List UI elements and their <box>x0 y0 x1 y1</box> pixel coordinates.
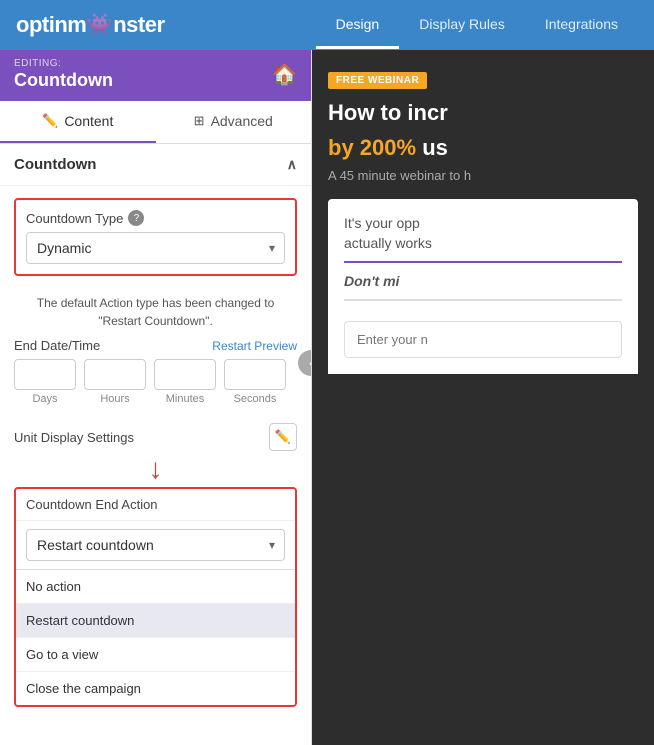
end-action-select-wrapper: Restart countdown No action Go to a view… <box>26 529 285 561</box>
logo-monster-icon: 👾 <box>86 12 113 37</box>
sidebar: EDITING: Countdown 🏠 ✏️ Content ⊞ Advanc… <box>0 50 312 745</box>
tab-content[interactable]: ✏️ Content <box>0 101 156 143</box>
option-close-campaign[interactable]: Close the campaign <box>16 671 295 705</box>
time-inputs: ▲ ▼ Days ▲ ▼ Hours <box>14 359 297 405</box>
grid-icon: ⊞ <box>194 113 205 129</box>
unit-display-edit-button[interactable]: ✏️ <box>269 423 297 451</box>
help-icon[interactable]: ? <box>128 210 144 226</box>
editing-info: EDITING: Countdown <box>14 58 113 91</box>
preview-italic-text: Don't mi <box>344 273 622 289</box>
option-restart-countdown[interactable]: Restart countdown <box>16 603 295 637</box>
logo-text-end: nster <box>113 12 164 37</box>
end-date-row: End Date/Time Restart Preview <box>14 338 297 353</box>
main-layout: EDITING: Countdown 🏠 ✏️ Content ⊞ Advanc… <box>0 50 654 745</box>
unit-display-label: Unit Display Settings <box>14 430 134 445</box>
minutes-label: Minutes <box>166 393 205 405</box>
preview-title-suffix: us <box>422 135 448 160</box>
tab-integrations[interactable]: Integrations <box>525 2 638 49</box>
restart-preview-link[interactable]: Restart Preview <box>212 339 297 353</box>
preview-divider <box>344 261 622 263</box>
seconds-label: Seconds <box>234 393 277 405</box>
logo: optinm👾nster <box>16 12 165 38</box>
end-action-header: Countdown End Action <box>16 489 295 521</box>
info-text: The default Action type has been changed… <box>14 286 297 338</box>
preview-content: FREE WEBINAR How to incr by 200% us A 45… <box>312 50 654 394</box>
pencil-icon: ✏️ <box>42 113 58 129</box>
hours-spinner[interactable]: ▲ ▼ <box>84 359 146 390</box>
countdown-end-action-box: Countdown End Action Restart countdown N… <box>14 487 297 707</box>
chevron-up-icon[interactable]: ∧ <box>287 156 297 173</box>
preview-divider-2 <box>344 299 622 301</box>
editing-title: Countdown <box>14 70 113 91</box>
tab-design[interactable]: Design <box>316 2 400 49</box>
preview-body-text: It's your opp <box>344 215 622 231</box>
section-content: Countdown Type ? Dynamic Static ▾ The de… <box>0 186 311 723</box>
tab-display-rules[interactable]: Display Rules <box>399 2 525 49</box>
countdown-type-select-wrapper: Dynamic Static ▾ <box>26 232 285 264</box>
preview-title-highlight: by 200% <box>328 135 416 160</box>
days-label: Days <box>32 393 57 405</box>
minutes-value[interactable] <box>155 362 216 388</box>
days-value[interactable] <box>15 362 76 388</box>
nav-tabs: Design Display Rules Integrations <box>316 2 638 49</box>
sub-tabs: ✏️ Content ⊞ Advanced <box>0 101 311 144</box>
down-arrow-icon: ↓ <box>149 455 163 483</box>
minutes-input-group: ▲ ▼ Minutes <box>154 359 216 405</box>
hours-value[interactable] <box>85 362 146 388</box>
preview-body-text-2: actually works <box>344 235 622 251</box>
preview-title-highlight-row: by 200% us <box>328 134 638 163</box>
end-action-select[interactable]: Restart countdown No action Go to a view… <box>26 529 285 561</box>
preview-title-start: How to incr <box>328 100 448 125</box>
seconds-input-group: ▲ ▼ Seconds <box>224 359 286 405</box>
end-action-select-wrap: Restart countdown No action Go to a view… <box>16 521 295 570</box>
hours-label: Hours <box>100 393 129 405</box>
tab-advanced-label: Advanced <box>211 113 273 129</box>
preview-subtitle: A 45 minute webinar to h <box>328 168 638 183</box>
webinar-badge: FREE WEBINAR <box>328 72 427 89</box>
preview-email-input[interactable] <box>344 321 622 358</box>
days-input-group: ▲ ▼ Days <box>14 359 76 405</box>
dropdown-options: No action Restart countdown Go to a view… <box>16 570 295 705</box>
home-icon[interactable]: 🏠 <box>272 62 297 87</box>
countdown-type-label: Countdown Type ? <box>26 210 285 226</box>
seconds-value[interactable] <box>225 362 286 388</box>
sidebar-header: EDITING: Countdown 🏠 <box>0 50 311 101</box>
countdown-type-box: Countdown Type ? Dynamic Static ▾ <box>14 198 297 276</box>
logo-text: optinm <box>16 12 86 37</box>
tab-content-label: Content <box>64 113 113 129</box>
section-title: Countdown <box>14 156 96 173</box>
preview-white-section: It's your opp actually works Don't mi <box>328 199 638 374</box>
days-spinner[interactable]: ▲ ▼ <box>14 359 76 390</box>
editing-label: EDITING: <box>14 58 113 70</box>
preview-panel: FREE WEBINAR How to incr by 200% us A 45… <box>312 50 654 745</box>
section-header-countdown: Countdown ∧ <box>0 144 311 186</box>
minutes-spinner[interactable]: ▲ ▼ <box>154 359 216 390</box>
hours-input-group: ▲ ▼ Hours <box>84 359 146 405</box>
top-navigation: optinm👾nster Design Display Rules Integr… <box>0 0 654 50</box>
option-go-to-view[interactable]: Go to a view <box>16 637 295 671</box>
option-no-action[interactable]: No action <box>16 570 295 603</box>
end-date-label: End Date/Time <box>14 338 100 353</box>
tab-advanced[interactable]: ⊞ Advanced <box>156 101 312 143</box>
countdown-type-select[interactable]: Dynamic Static <box>26 232 285 264</box>
preview-title: How to incr <box>328 99 638 128</box>
red-arrow-container: ↓ <box>14 455 297 483</box>
seconds-spinner[interactable]: ▲ ▼ <box>224 359 286 390</box>
